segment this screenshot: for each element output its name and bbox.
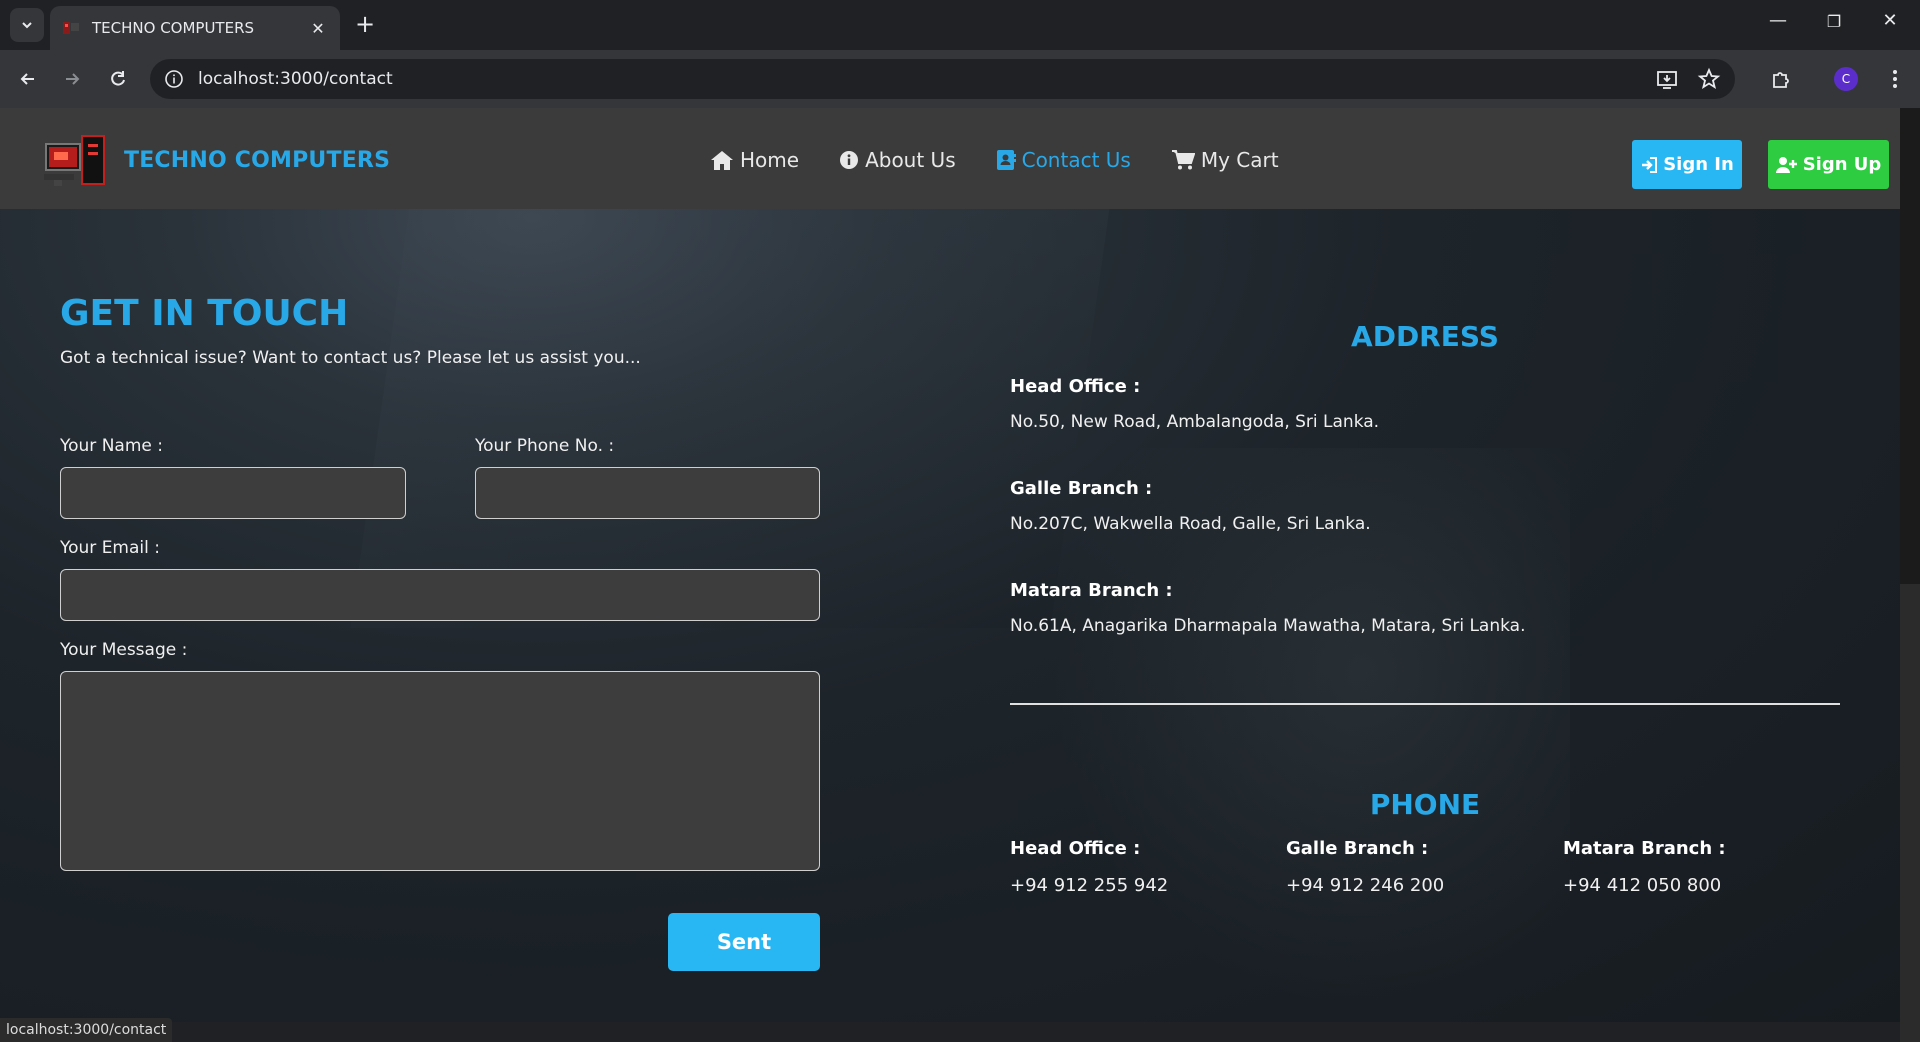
- phone-label: Your Phone No. :: [475, 436, 615, 456]
- address-head-office-value: No.50, New Road, Ambalangoda, Sri Lanka.: [1010, 412, 1380, 432]
- minimize-button[interactable]: —: [1758, 10, 1798, 31]
- sign-in-icon: [1642, 156, 1658, 173]
- address-galle-value: No.207C, Wakwella Road, Galle, Sri Lanka…: [1010, 514, 1371, 534]
- arrow-right-icon: [66, 73, 80, 85]
- site-info-icon[interactable]: [164, 69, 184, 89]
- phone-galle-value: +94 912 246 200: [1286, 875, 1445, 896]
- browser-tab[interactable]: TECHNO COMPUTERS ✕: [50, 6, 340, 50]
- page-viewport: TECHNO COMPUTERS Home About Us Contact U…: [0, 108, 1900, 1022]
- sign-up-label: Sign Up: [1802, 154, 1882, 175]
- reload-icon: [111, 71, 125, 86]
- contact-card-icon: [996, 150, 1016, 170]
- brand-name[interactable]: TECHNO COMPUTERS: [124, 148, 390, 173]
- site-header: TECHNO COMPUTERS Home About Us Contact U…: [0, 108, 1900, 209]
- get-in-touch-title: GET IN TOUCH: [60, 293, 349, 334]
- info-icon: [840, 151, 859, 169]
- home-icon: [711, 151, 733, 170]
- omnibox-actions: [1655, 67, 1721, 91]
- address-head-office-label: Head Office :: [1010, 376, 1141, 397]
- address-title: ADDRESS: [1351, 320, 1499, 353]
- get-in-touch-subtitle: Got a technical issue? Want to contact u…: [60, 348, 641, 368]
- phone-galle-label: Galle Branch :: [1286, 838, 1429, 859]
- section-divider: [1010, 703, 1840, 705]
- back-button[interactable]: [13, 64, 43, 94]
- favicon-icon: [63, 22, 79, 34]
- nav-cart-label: My Cart: [1200, 148, 1279, 172]
- address-galle-label: Galle Branch :: [1010, 478, 1153, 499]
- brand-logo-icon[interactable]: [42, 130, 110, 192]
- name-label: Your Name :: [60, 436, 163, 456]
- phone-input[interactable]: [475, 467, 820, 519]
- nav-about-label: About Us: [865, 148, 956, 172]
- puzzle-icon: [1773, 72, 1789, 88]
- tab-search-button[interactable]: [10, 8, 44, 42]
- extensions-button[interactable]: [1766, 64, 1796, 94]
- tab-title: TECHNO COMPUTERS: [92, 19, 255, 37]
- email-label: Your Email :: [60, 538, 160, 558]
- phone-matara-value: +94 412 050 800: [1563, 875, 1722, 896]
- phone-title: PHONE: [1369, 788, 1481, 821]
- profile-avatar[interactable]: C: [1834, 67, 1858, 91]
- phone-matara-label: Matara Branch :: [1563, 838, 1726, 859]
- browser-toolbar: localhost:3000/contact C: [0, 50, 1920, 108]
- phone-head-office-value: +94 912 255 942: [1010, 875, 1169, 896]
- arrow-left-icon: [20, 73, 34, 85]
- nav-home-label: Home: [740, 148, 800, 172]
- address-matara-label: Matara Branch :: [1010, 580, 1173, 601]
- more-vertical-icon: [1893, 70, 1897, 88]
- address-matara-value: No.61A, Anagarika Dharmapala Mawatha, Ma…: [1010, 616, 1526, 636]
- browser-tab-bar: TECHNO COMPUTERS ✕ + — ❐ ✕: [0, 0, 1920, 50]
- phone-head-office-label: Head Office :: [1010, 838, 1141, 859]
- address-bar[interactable]: localhost:3000/contact: [150, 59, 1735, 99]
- contact-page-content: GET IN TOUCH Got a technical issue? Want…: [0, 209, 1900, 1022]
- nav-cart[interactable]: My Cart: [1171, 148, 1279, 172]
- nav-home[interactable]: Home: [710, 148, 799, 172]
- scrollbar-thumb[interactable]: [1900, 108, 1920, 584]
- cart-icon: [1171, 150, 1195, 170]
- chevron-down-icon: [22, 22, 32, 29]
- restore-button[interactable]: ❐: [1814, 12, 1854, 31]
- url-text: localhost:3000/contact: [198, 69, 393, 89]
- name-input[interactable]: [60, 467, 406, 519]
- sign-in-button[interactable]: Sign In: [1632, 140, 1742, 189]
- send-button[interactable]: Sent: [668, 913, 820, 971]
- nav-about[interactable]: About Us: [839, 148, 956, 172]
- main-nav: Home About Us Contact Us My Cart: [710, 148, 1319, 172]
- message-textarea[interactable]: [60, 671, 820, 871]
- email-input[interactable]: [60, 569, 820, 621]
- new-tab-button[interactable]: +: [352, 12, 378, 38]
- reload-button[interactable]: [103, 64, 133, 94]
- sign-up-button[interactable]: Sign Up: [1768, 140, 1889, 189]
- nav-contact-label: Contact Us: [1021, 148, 1131, 172]
- forward-button[interactable]: [57, 64, 87, 94]
- add-user-icon: [1775, 156, 1797, 173]
- message-label: Your Message :: [60, 640, 188, 660]
- browser-menu-button[interactable]: [1880, 64, 1910, 94]
- sign-in-label: Sign In: [1663, 154, 1734, 175]
- nav-contact[interactable]: Contact Us: [996, 148, 1131, 172]
- bookmark-star-icon[interactable]: [1697, 67, 1721, 91]
- tab-close-icon[interactable]: ✕: [308, 19, 328, 38]
- close-window-button[interactable]: ✕: [1870, 10, 1910, 31]
- install-app-icon[interactable]: [1655, 67, 1679, 91]
